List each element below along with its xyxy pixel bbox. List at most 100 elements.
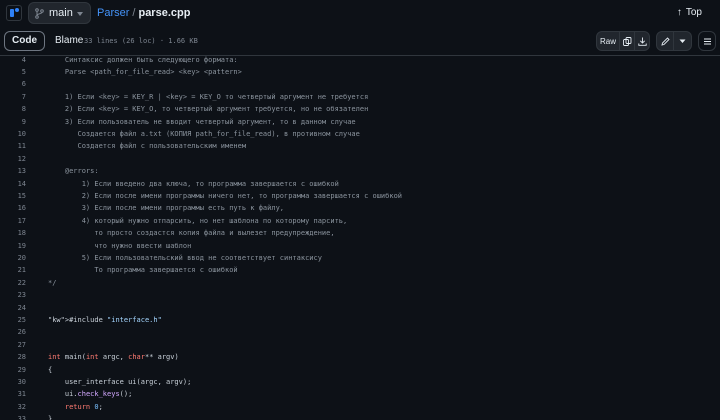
chevron-down-icon (679, 39, 686, 43)
file-toolbar: Code Blame 33 lines (26 loc) · 1.66 KB R… (0, 30, 720, 56)
edit-button[interactable] (656, 31, 674, 51)
line-number[interactable]: 10 (0, 128, 26, 140)
line-number[interactable]: 5 (0, 66, 26, 78)
breadcrumb-separator: / (132, 7, 136, 19)
code-line: 22 */ (0, 277, 720, 289)
copy-raw-button[interactable] (620, 31, 635, 51)
code-line: 27 (0, 339, 720, 351)
code-line: 26 (0, 326, 720, 338)
line-number[interactable]: 31 (0, 388, 26, 400)
edit-options-button[interactable] (674, 31, 692, 51)
code-line: 7 1) Если <key> = KEY_R | <key> = KEY_O … (0, 91, 720, 103)
copy-icon (622, 36, 631, 46)
view-switcher: Code Blame (4, 31, 91, 51)
line-number[interactable]: 6 (0, 78, 26, 90)
code-view: 4 Синтаксис должен быть следующего форма… (0, 53, 720, 420)
line-number[interactable]: 9 (0, 116, 26, 128)
line-number[interactable]: 8 (0, 103, 26, 115)
download-button[interactable] (635, 31, 650, 51)
line-content: @errors: (48, 167, 99, 176)
line-number[interactable]: 19 (0, 240, 26, 252)
code-line: 20 5) Если пользовательский ввод не соот… (0, 252, 720, 264)
download-icon (637, 37, 647, 46)
line-content: 4) который нужно отпарсить, но нет шабло… (48, 216, 348, 225)
code-line: 24 (0, 302, 720, 314)
line-content: Создается файл с пользовательским именем (48, 142, 247, 151)
line-content: } (48, 415, 53, 420)
code-line: 23 (0, 289, 720, 301)
line-content: { (48, 365, 53, 374)
git-branch-icon (35, 7, 44, 19)
line-content: 3) Если пользователь не вводит четвертый… (48, 117, 356, 126)
line-number[interactable]: 16 (0, 202, 26, 214)
line-number[interactable]: 7 (0, 91, 26, 103)
line-content: 2) Если после имени программы ничего нет… (48, 191, 403, 200)
code-line: 11 Создается файл с пользовательским име… (0, 140, 720, 152)
raw-button[interactable]: Raw (596, 31, 620, 51)
line-number[interactable]: 29 (0, 364, 26, 376)
line-number[interactable]: 11 (0, 140, 26, 152)
line-number[interactable]: 27 (0, 339, 26, 351)
code-line: 10 Создается файл a.txt (КОПИЯ path_for_… (0, 128, 720, 140)
file-actions: Raw (596, 31, 716, 51)
line-number[interactable]: 4 (0, 54, 26, 66)
code-line: 19 что нужно ввести шаблон (0, 240, 720, 252)
tab-code[interactable]: Code (4, 31, 45, 51)
sidebar-toggle-icon[interactable] (6, 5, 22, 21)
top-button[interactable]: ↑ Top (677, 7, 702, 18)
breadcrumb-repo-link[interactable]: Parser (97, 7, 129, 19)
line-content: что нужно ввести шаблон (48, 241, 192, 250)
line-content: return 0; (64, 402, 103, 411)
code-line: 5 Parse <path_for_file_read> <key> <patt… (0, 66, 720, 78)
code-line: 31 ui.check_keys(); (0, 388, 720, 400)
code-line: 33} (0, 413, 720, 420)
line-number[interactable]: 15 (0, 190, 26, 202)
line-content: */ (48, 278, 57, 287)
code-line: 14 1) Если введено два ключа, то програм… (0, 178, 720, 190)
code-line: 21 То программа завершается с ошибкой (0, 264, 720, 276)
line-number[interactable]: 26 (0, 326, 26, 338)
code-line: 32 return 0; (0, 401, 720, 413)
line-content: Создается файл a.txt (КОПИЯ path_for_fil… (48, 129, 360, 138)
top-label: Top (685, 7, 702, 18)
line-number[interactable]: 18 (0, 227, 26, 239)
line-number[interactable]: 20 (0, 252, 26, 264)
line-number[interactable]: 24 (0, 302, 26, 314)
line-number[interactable]: 23 (0, 289, 26, 301)
line-content: int main(int argc, char** argv) (48, 353, 179, 362)
line-content: "kw">#include "interface.h" (48, 315, 162, 324)
line-number[interactable]: 33 (0, 413, 26, 420)
line-number[interactable]: 22 (0, 277, 26, 289)
line-content: Синтаксис должен быть следующего формата… (48, 55, 238, 64)
line-number[interactable]: 14 (0, 178, 26, 190)
file-header: main Parser / parse.cpp ↑ Top (0, 0, 720, 26)
code-line: 4 Синтаксис должен быть следующего форма… (0, 54, 720, 66)
line-number[interactable]: 30 (0, 376, 26, 388)
code-line: 25 "kw">#include "interface.h" (0, 314, 720, 326)
more-options-button[interactable] (698, 31, 716, 51)
code-line: 12 (0, 153, 720, 165)
breadcrumb-file-name: parse.cpp (138, 7, 191, 19)
breadcrumb: Parser / parse.cpp (97, 7, 190, 19)
file-meta: 33 lines (26 loc) · 1.66 KB (84, 37, 198, 45)
code-line: 8 2) Если <key> = KEY_O, то четвертый ар… (0, 103, 720, 115)
chevron-down-icon (77, 12, 83, 16)
line-content: Parse <path_for_file_read> <key> <patter… (48, 67, 242, 76)
line-number[interactable]: 28 (0, 351, 26, 363)
line-number[interactable]: 13 (0, 165, 26, 177)
code-line: 18 то просто создастся копия файла и выл… (0, 227, 720, 239)
code-line: 9 3) Если пользователь не вводит четверт… (0, 116, 720, 128)
code-line: 15 2) Если после имени программы ничего … (0, 190, 720, 202)
line-number[interactable]: 12 (0, 153, 26, 165)
line-content: ui.check_keys(); (48, 390, 133, 399)
line-content: То программа завершается с ошибкой (48, 266, 238, 275)
code-line: 13 @errors: (0, 165, 720, 177)
code-line: 29 { (0, 364, 720, 376)
code-line: 6 (0, 78, 720, 90)
branch-selector[interactable]: main (28, 2, 91, 24)
line-number[interactable]: 17 (0, 215, 26, 227)
line-number[interactable]: 25 (0, 314, 26, 326)
line-number[interactable]: 21 (0, 264, 26, 276)
line-number[interactable]: 32 (0, 401, 26, 413)
code-line: 17 4) который нужно отпарсить, но нет ша… (0, 215, 720, 227)
